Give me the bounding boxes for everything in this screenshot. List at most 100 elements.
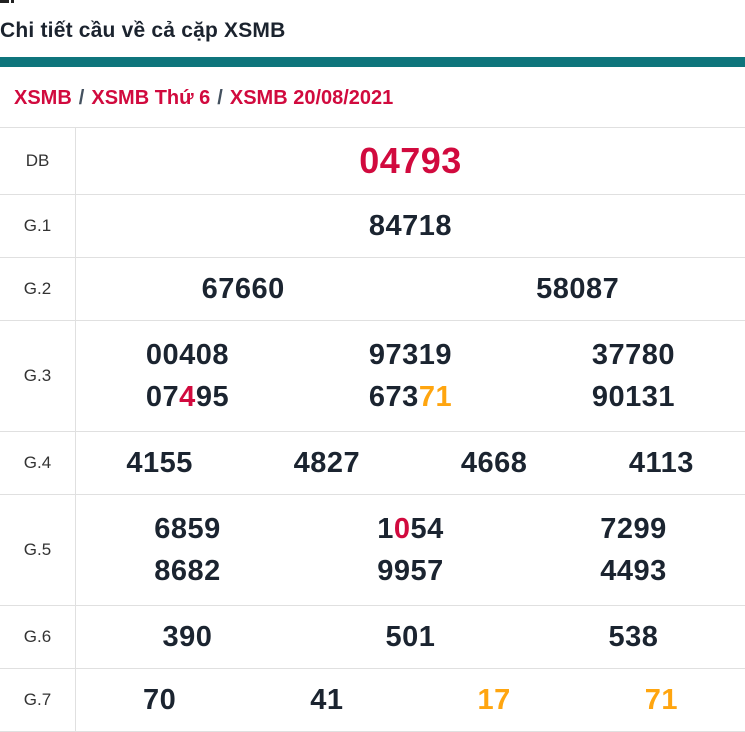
prize-number: 70	[76, 679, 243, 721]
prize-row-values: 390 501 538	[76, 606, 745, 668]
table-row: G.1 84718	[0, 195, 745, 258]
number-segment: 1	[377, 513, 394, 545]
prize-row-values: 6859 1054 7299 8682 9957 4493	[76, 495, 745, 605]
number-segment: 501	[386, 621, 436, 653]
breadcrumb-separator: /	[210, 87, 230, 109]
prize-number: 9957	[299, 550, 522, 592]
prize-row-values: 004089731937780074956737190131	[76, 321, 745, 431]
number-segment: 37780	[592, 339, 675, 371]
prize-number: 4113	[578, 442, 745, 484]
prize-row-values: 04793	[76, 128, 745, 194]
number-segment: 9957	[377, 555, 444, 587]
prize-row-label: G.3	[0, 321, 76, 431]
prize-number: 6859	[76, 508, 299, 550]
number-segment: 4668	[461, 447, 528, 479]
number-segment-highlight-red: 04793	[359, 140, 462, 181]
prize-row-label: G.6	[0, 606, 76, 668]
prize-number: 90131	[522, 376, 745, 418]
table-row: G.2 67660 58087	[0, 258, 745, 321]
prize-row-values: 67660 58087	[76, 258, 745, 320]
table-row: G.4 4155 4827 4668 4113	[0, 432, 745, 495]
number-segment-highlight-orange: 17	[477, 684, 510, 716]
clipped-element-fragment	[0, 0, 16, 4]
prize-number: 4827	[243, 442, 410, 484]
prize-number: 17	[411, 679, 578, 721]
number-segment: 00408	[146, 339, 229, 371]
breadcrumb-link-xsmb[interactable]: XSMB	[14, 87, 72, 109]
number-segment-highlight-orange: 71	[419, 381, 452, 413]
prize-number: 37780	[522, 334, 745, 376]
number-segment: 90131	[592, 381, 675, 413]
breadcrumb-link-xsmb-thu-6[interactable]: XSMB Thứ 6	[91, 87, 210, 109]
prize-row-label: G.2	[0, 258, 76, 320]
number-segment: 538	[609, 621, 659, 653]
prize-line: 00408 97319 37780	[76, 334, 745, 376]
table-row: DB 04793	[0, 128, 745, 195]
prize-number: 501	[299, 616, 522, 658]
prize-line: 84718	[76, 205, 745, 247]
prize-row-label: G.1	[0, 195, 76, 257]
prize-number: 67660	[76, 268, 411, 310]
prize-number: 97319	[299, 334, 522, 376]
number-segment: 4827	[294, 447, 361, 479]
number-segment-highlight-red: 0	[394, 513, 411, 545]
number-segment: 07	[146, 381, 179, 413]
prize-number: 1054	[299, 508, 522, 550]
prize-number: 67371	[299, 376, 522, 418]
prize-row-values: 4155 4827 4668 4113	[76, 432, 745, 494]
table-row: G.6390 501 538	[0, 606, 745, 669]
prize-number: 04793	[76, 135, 745, 187]
prize-number: 8682	[76, 550, 299, 592]
number-segment: 95	[196, 381, 229, 413]
prize-row-label: G.7	[0, 669, 76, 731]
prize-row-label: G.5	[0, 495, 76, 605]
page-title: Chi tiết cầu về cả cặp XSMB	[0, 17, 745, 45]
prize-line: 6859 1054 7299	[76, 508, 745, 550]
prize-number: 7299	[522, 508, 745, 550]
prize-line: 074956737190131	[76, 376, 745, 418]
prize-row-label: DB	[0, 128, 76, 194]
prize-number: 390	[76, 616, 299, 658]
prize-line: 67660 58087	[76, 268, 745, 310]
number-segment: 70	[143, 684, 176, 716]
number-segment-highlight-red: 4	[179, 381, 196, 413]
prize-line: 70 41 17 71	[76, 679, 745, 721]
number-segment: 84718	[369, 210, 452, 242]
number-segment: 673	[369, 381, 419, 413]
number-segment: 41	[310, 684, 343, 716]
breadcrumb-separator: /	[72, 87, 92, 109]
teal-divider-bar	[0, 57, 745, 67]
number-segment: 54	[411, 513, 444, 545]
number-segment: 4493	[600, 555, 667, 587]
number-segment: 67660	[202, 273, 285, 305]
prize-number: 4155	[76, 442, 243, 484]
prize-row-values: 84718	[76, 195, 745, 257]
prize-number: 4668	[411, 442, 578, 484]
breadcrumb-link-xsmb-date[interactable]: XSMB 20/08/2021	[230, 87, 393, 109]
prize-row-values: 70 41 17 71	[76, 669, 745, 731]
breadcrumb: XSMB/XSMB Thứ 6/XSMB 20/08/2021	[0, 87, 745, 109]
prize-number: 58087	[411, 268, 745, 310]
prize-line: 390 501 538	[76, 616, 745, 658]
prize-number: 4493	[522, 550, 745, 592]
prize-number: 41	[243, 679, 410, 721]
number-segment: 7299	[600, 513, 667, 545]
number-segment: 8682	[154, 555, 221, 587]
prize-line: 8682 9957 4493	[76, 550, 745, 592]
table-row: G.3004089731937780074956737190131	[0, 321, 745, 432]
number-segment: 4113	[629, 447, 694, 479]
table-row: G.5 6859 1054 7299 8682 9957 4493	[0, 495, 745, 606]
table-row: G.7 70 41 17 71	[0, 669, 745, 732]
prize-row-label: G.4	[0, 432, 76, 494]
prize-number: 71	[578, 679, 745, 721]
number-segment-highlight-orange: 71	[645, 684, 678, 716]
number-segment: 4155	[126, 447, 193, 479]
number-segment: 6859	[154, 513, 221, 545]
page-header: Chi tiết cầu về cả cặp XSMB	[0, 0, 745, 57]
prize-line: 04793	[76, 135, 745, 187]
prize-number: 07495	[76, 376, 299, 418]
prize-number: 00408	[76, 334, 299, 376]
number-segment: 97319	[369, 339, 452, 371]
results-table: DB 04793 G.1 84718 G.2 67660 58087 G.3 00408 9731…	[0, 127, 745, 732]
number-segment: 58087	[536, 273, 619, 305]
